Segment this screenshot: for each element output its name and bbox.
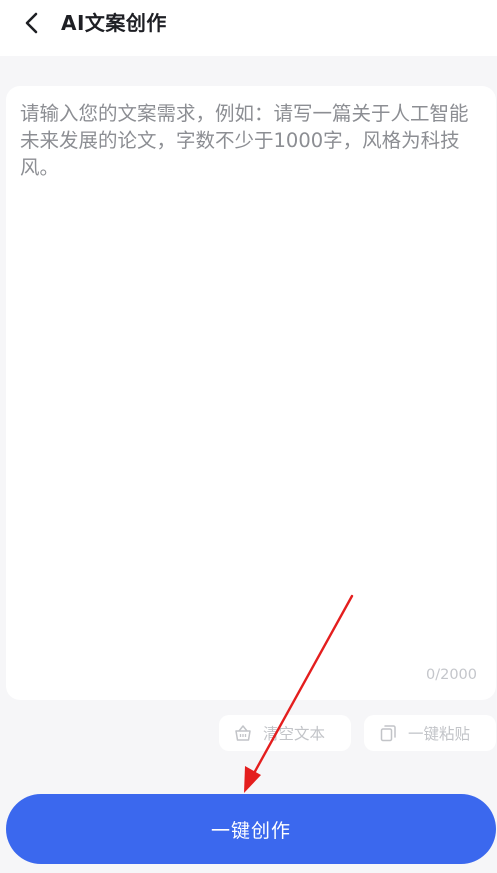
back-button[interactable] bbox=[14, 8, 50, 38]
create-button[interactable]: 一键创作 bbox=[6, 794, 496, 864]
paste-button[interactable]: 一键粘贴 bbox=[364, 715, 496, 751]
top-bar: AI文案创作 bbox=[0, 0, 497, 56]
basket-icon bbox=[233, 723, 253, 743]
page-title: AI文案创作 bbox=[61, 11, 167, 35]
copy-icon bbox=[378, 723, 398, 743]
paste-label: 一键粘贴 bbox=[408, 725, 471, 743]
prompt-input[interactable] bbox=[6, 86, 496, 656]
char-counter: 0/2000 bbox=[426, 667, 478, 683]
editor-card bbox=[6, 86, 496, 700]
clear-text-button[interactable]: 清空文本 bbox=[219, 715, 351, 751]
clear-text-label: 清空文本 bbox=[263, 725, 326, 743]
chevron-left-icon bbox=[25, 12, 38, 34]
